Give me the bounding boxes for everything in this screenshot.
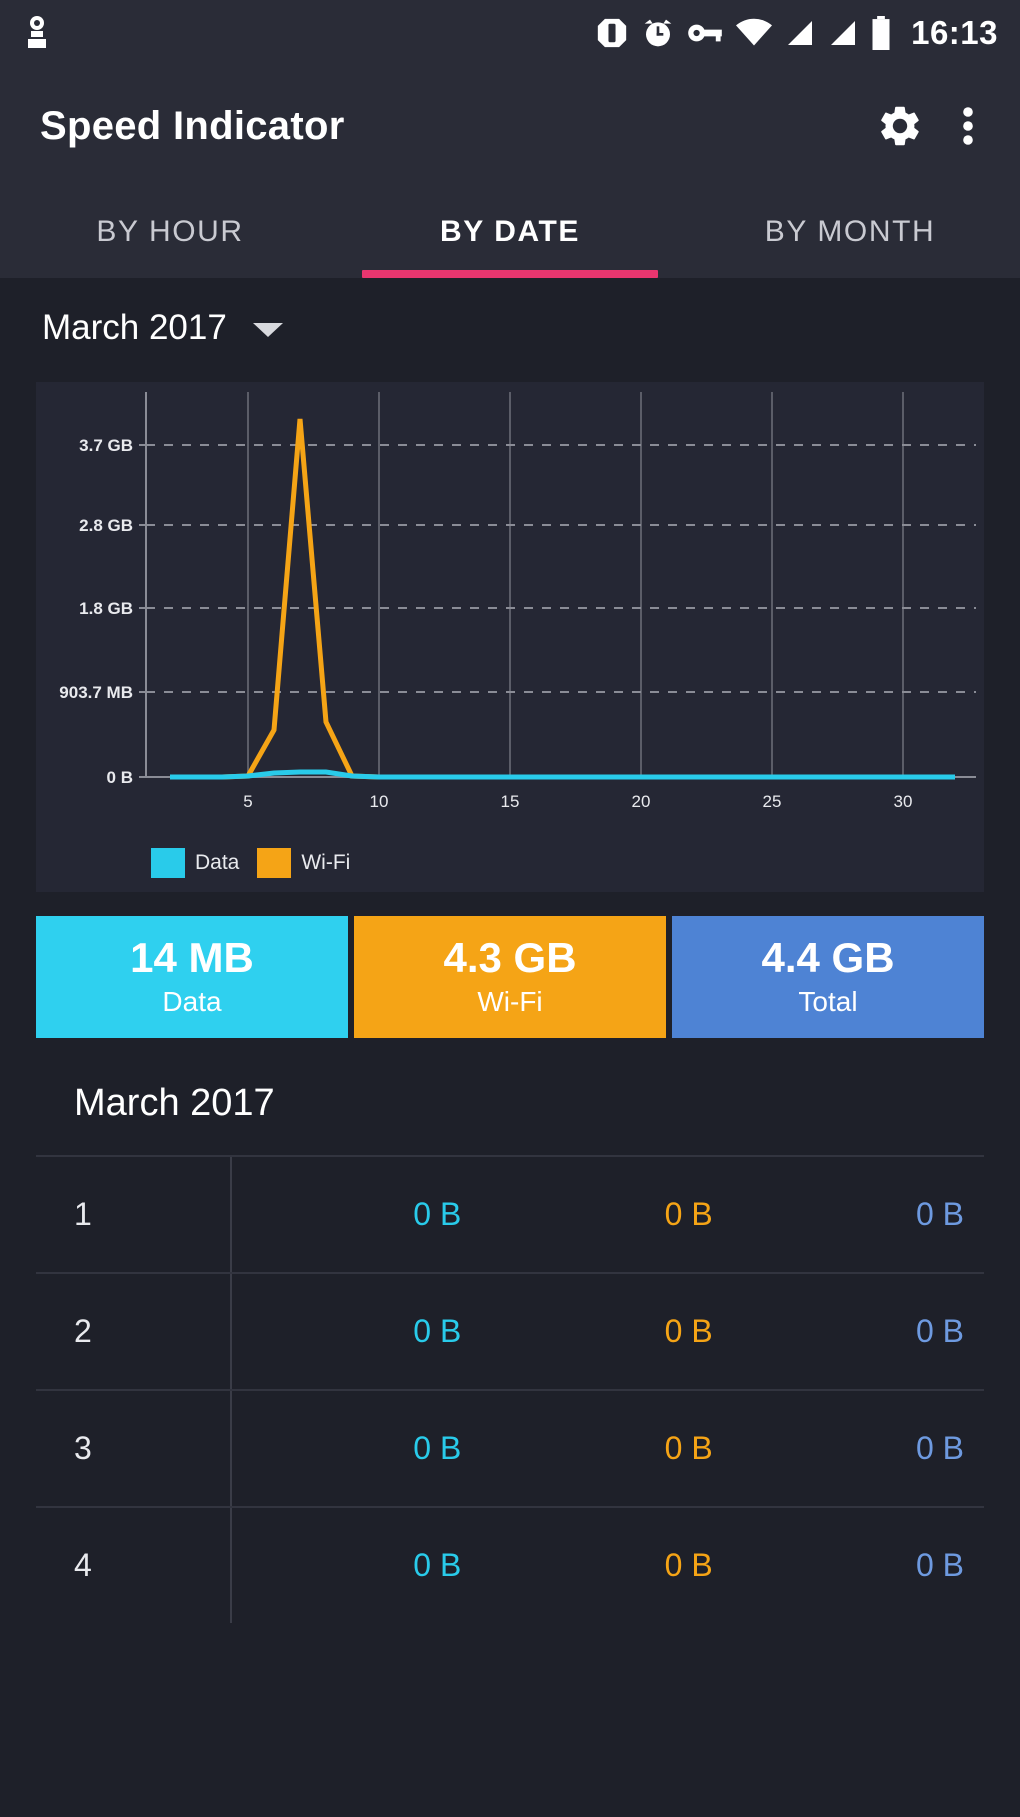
app-screen: 16:13 Speed Indicator BY HOUR BY DATE BY… [0,0,1020,1817]
ytick-3: 2.8 GB [79,516,133,535]
tab-by-date[interactable]: BY DATE [340,186,680,278]
tab-by-hour[interactable]: BY HOUR [0,186,340,278]
table-row[interactable]: 4 0 B 0 B 0 B [36,1506,984,1623]
table-cell-day: 3 [74,1430,92,1466]
chart-x-tick-labels: 5 10 15 20 25 30 [243,792,912,811]
table-cell-data: 0 B [413,1196,462,1232]
table-cell-day: 2 [74,1313,92,1349]
summary-total-value: 4.4 GB [761,933,895,981]
xtick-2: 15 [501,792,520,811]
xtick-1: 10 [370,792,389,811]
table-cell-data: 0 B [413,1313,462,1349]
month-selector[interactable]: March 2017 [0,278,1020,378]
xtick-5: 30 [894,792,913,811]
table-cell-data: 0 B [413,1547,462,1583]
ytick-1: 903.7 MB [59,683,133,702]
ytick-0: 0 B [107,768,133,787]
row-divider [230,1391,232,1506]
page-title: Speed Indicator [40,103,345,148]
active-tab-indicator [362,270,658,278]
legend-item-data: Data [151,848,239,878]
tab-by-month[interactable]: BY MONTH [680,186,1020,278]
chart-series-wifi [170,418,955,780]
xtick-0: 5 [243,792,252,811]
tab-by-date-label: BY DATE [439,215,581,248]
legend-label-wifi: Wi-Fi [301,851,351,874]
gear-icon[interactable] [876,102,924,150]
row-divider [230,1274,232,1389]
more-vert-icon[interactable] [960,102,976,150]
legend-item-wifi: Wi-Fi [257,848,350,878]
usage-table-title: March 2017 [74,1082,275,1124]
chart-legend: Data Wi-Fi [151,848,350,878]
table-cell-total: 0 B [915,1313,964,1349]
ytick-2: 1.8 GB [79,599,133,618]
table-cell-data: 0 B [413,1430,462,1466]
status-bar-clock: 16:13 [911,14,998,51]
table-cell-day: 1 [74,1196,92,1232]
chart-y-tick-labels: 3.7 GB 2.8 GB 1.8 GB 903.7 MB 0 B [59,436,133,787]
summary-card-total[interactable]: 4.4 GB Total [672,916,984,1038]
signal-sim2-icon [831,21,856,45]
legend-swatch-wifi-icon [257,848,292,878]
row-divider [230,1157,232,1272]
table-row[interactable]: 3 0 B 0 B 0 B [36,1389,984,1506]
chevron-down-icon [252,323,283,337]
table-cell-wifi: 0 B [664,1196,713,1232]
ytick-4: 3.7 GB [79,436,133,455]
table-cell-day: 4 [74,1547,92,1583]
vpn-key-icon [688,24,722,42]
summary-wifi-label: Wi-Fi [477,986,543,1018]
chart-vertical-gridlines [145,392,904,777]
xtick-4: 25 [763,792,782,811]
table-cell-total: 0 B [915,1547,964,1583]
summary-card-wifi[interactable]: 4.3 GB Wi-Fi [354,916,666,1038]
table-cell-total: 0 B [915,1196,964,1232]
alarm-icon [644,19,672,47]
main-content: March 2017 3.7 GB 2.8 GB 1.8 GB 903.7 MB… [0,278,1020,1623]
app-notification-icon [28,16,46,48]
tab-by-month-label: BY MONTH [764,215,936,248]
status-bar: 16:13 [0,0,1020,66]
signal-sim1-icon [788,21,813,45]
app-bar-actions [876,102,990,150]
summary-data-value: 14 MB [130,933,254,981]
tab-bar: BY HOUR BY DATE BY MONTH [0,186,1020,278]
chart-horizontal-gridlines [146,444,976,693]
app-bar: Speed Indicator [0,66,1020,186]
wifi-icon [736,18,773,46]
row-divider [230,1508,232,1623]
summary-data-label: Data [162,986,222,1018]
xtick-3: 20 [632,792,651,811]
status-bar-icons: 16:13 [595,14,998,52]
do-not-disturb-icon [597,18,627,48]
table-cell-total: 0 B [915,1430,964,1466]
battery-icon [872,16,890,50]
month-selector-label: March 2017 [42,308,227,347]
usage-chart-svg: 3.7 GB 2.8 GB 1.8 GB 903.7 MB 0 B 5 10 1… [59,392,976,811]
usage-table: March 2017 1 0 B 0 B 0 B 2 0 B 0 B 0 B 3… [36,1068,984,1623]
summary-card-data[interactable]: 14 MB Data [36,916,348,1038]
legend-swatch-data-icon [151,848,185,878]
table-row[interactable]: 1 0 B 0 B 0 B [36,1155,984,1272]
table-cell-wifi: 0 B [664,1313,713,1349]
table-cell-wifi: 0 B [664,1430,713,1466]
legend-label-data: Data [195,851,240,874]
usage-chart: 3.7 GB 2.8 GB 1.8 GB 903.7 MB 0 B 5 10 1… [36,382,984,892]
usage-summary: 14 MB Data 4.3 GB Wi-Fi 4.4 GB Total [36,916,984,1038]
summary-wifi-value: 4.3 GB [443,933,577,981]
status-bar-notifications [22,13,52,53]
summary-total-label: Total [798,986,858,1018]
table-row[interactable]: 2 0 B 0 B 0 B [36,1272,984,1389]
tab-by-hour-label: BY HOUR [96,215,244,248]
chart-y-ticks [139,444,146,778]
table-cell-wifi: 0 B [664,1547,713,1583]
